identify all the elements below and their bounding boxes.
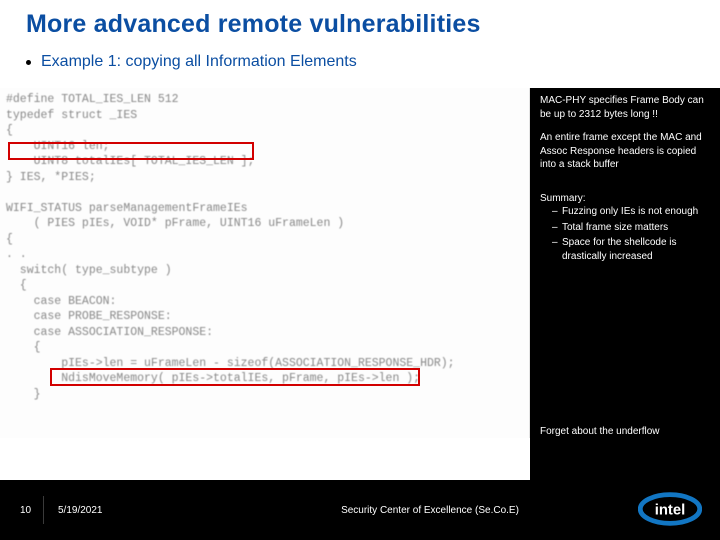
code-pane: #define TOTAL_IES_LEN 512 typedef struct… xyxy=(0,88,530,438)
summary-item: Space for the shellcode is drastically i… xyxy=(552,236,712,263)
highlight-box-1 xyxy=(8,142,254,160)
bullet-row: Example 1: copying all Information Eleme… xyxy=(0,39,720,71)
code-block: #define TOTAL_IES_LEN 512 typedef struct… xyxy=(6,92,523,402)
side-callouts: MAC-PHY specifies Frame Body can be up t… xyxy=(530,88,720,480)
summary-heading: Summary: xyxy=(540,192,712,206)
footer-date: 5/19/2021 xyxy=(44,505,103,516)
intel-logo-icon: intel xyxy=(638,492,702,529)
footer-org: Security Center of Excellence (Se.Co.E) xyxy=(0,505,720,516)
slide-title: More advanced remote vulnerabilities xyxy=(0,0,720,39)
summary-item: Total frame size matters xyxy=(552,221,712,235)
footer: 10 5/19/2021 Security Center of Excellen… xyxy=(0,480,720,540)
svg-text:intel: intel xyxy=(655,502,686,518)
example-label: Example 1: copying all Information Eleme… xyxy=(41,53,357,71)
summary-item: Fuzzing only IEs is not enough xyxy=(552,205,712,219)
forget-note: Forget about the underflow xyxy=(540,425,712,439)
slide-body: More advanced remote vulnerabilities Exa… xyxy=(0,0,720,480)
highlight-box-2 xyxy=(50,368,420,386)
content-area: #define TOTAL_IES_LEN 512 typedef struct… xyxy=(0,88,720,480)
callout-2: An entire frame except the MAC and Assoc… xyxy=(540,131,712,172)
callout-1: MAC-PHY specifies Frame Body can be up t… xyxy=(540,94,712,121)
bullet-dot xyxy=(26,60,31,65)
slide-number: 10 xyxy=(0,496,44,524)
summary-list: Fuzzing only IEs is not enough Total fra… xyxy=(540,205,712,265)
